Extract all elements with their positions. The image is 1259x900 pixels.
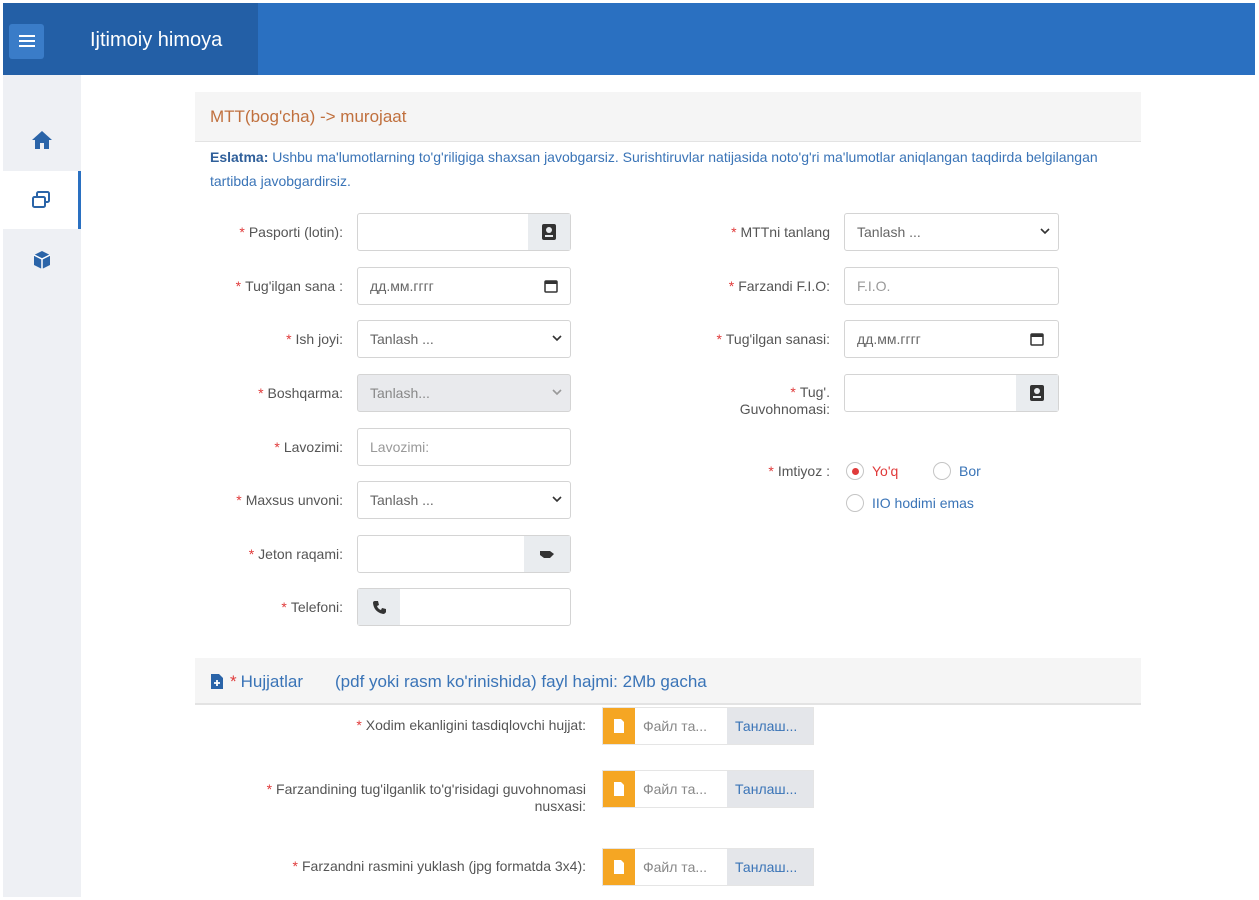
doc-photo-file-input[interactable]: Файл та... Танлаш... xyxy=(602,848,814,886)
page-header: MTT(bog'cha) -> murojaat xyxy=(195,92,1141,142)
passport-addon[interactable] xyxy=(528,214,570,250)
token-label: * Jeton raqami: xyxy=(248,546,343,562)
certificate-label: * Tug'. Guvohnomasi: xyxy=(739,384,830,417)
sidebar-item-cube[interactable] xyxy=(3,231,81,289)
certificate-addon[interactable] xyxy=(1016,375,1058,411)
radio-unchecked[interactable] xyxy=(933,462,951,480)
certificate-input[interactable] xyxy=(844,374,1059,412)
phone-addon xyxy=(358,589,400,625)
calendar-icon[interactable] xyxy=(544,279,558,293)
notice-text: Eslatma: Ushbu ma'lumotlarning to'g'rili… xyxy=(210,145,1130,193)
sidebar-item-windows[interactable] xyxy=(3,171,81,229)
sidebar xyxy=(3,75,81,897)
privilege-label: * Imtiyoz : xyxy=(768,463,830,479)
documents-header: * Hujjatlar (pdf yoki rasm ko'rinishida) … xyxy=(195,658,1141,705)
privilege-option-yes[interactable]: Bor xyxy=(933,462,981,480)
phone-input[interactable] xyxy=(357,588,571,626)
passport-icon xyxy=(1030,385,1044,401)
doc-employee-file-input[interactable]: Файл та... Танлаш... xyxy=(602,707,814,745)
menu-toggle-button[interactable] xyxy=(9,24,44,59)
position-input[interactable]: Lavozimi: xyxy=(357,428,571,466)
child-birth-input[interactable]: дд.мм.гггг xyxy=(844,320,1059,358)
file-icon xyxy=(603,708,635,744)
chevron-down-icon xyxy=(552,496,562,503)
mtt-select[interactable]: Tanlash ... xyxy=(844,213,1059,251)
token-input[interactable] xyxy=(357,535,571,573)
browse-button[interactable]: Танлаш... xyxy=(727,708,813,744)
hamburger-icon xyxy=(19,35,35,37)
file-add-icon xyxy=(211,674,223,689)
cube-icon xyxy=(33,251,51,269)
calendar-icon[interactable] xyxy=(1030,332,1044,346)
home-icon xyxy=(32,131,52,149)
workplace-select[interactable]: Tanlash ... xyxy=(357,320,571,358)
hand-pointer-icon xyxy=(540,551,554,558)
radio-unchecked[interactable] xyxy=(846,494,864,512)
sidebar-item-home[interactable] xyxy=(3,111,81,169)
doc-employee-label: * Xodim ekanligini tasdiqlovchi hujjat: xyxy=(356,717,586,733)
app-title: Ijtimoiy himoya xyxy=(90,29,223,51)
browse-button[interactable]: Танлаш... xyxy=(727,771,813,807)
file-icon xyxy=(603,849,635,885)
notice-body: Ushbu ma'lumotlarning to'g'riligiga shax… xyxy=(210,149,1098,189)
doc-birth-cert-label: * Farzandining tug'ilganlik to'g'risidagi… xyxy=(266,781,586,814)
workplace-label: * Ish joyi: xyxy=(286,331,343,347)
documents-subtitle: (pdf yoki rasm ko'rinishida) fayl hajmi:… xyxy=(335,672,707,691)
position-label: * Lavozimi: xyxy=(274,439,343,455)
rank-select[interactable]: Tanlash ... xyxy=(357,481,571,519)
privilege-option-no[interactable]: Yo'q xyxy=(846,462,898,480)
notice-label: Eslatma: xyxy=(210,149,269,165)
department-select[interactable]: Tanlash... xyxy=(357,374,571,412)
top-navbar: Ijtimoiy himoya xyxy=(3,3,1255,75)
rank-label: * Maxsus unvoni: xyxy=(236,492,343,508)
child-name-label: * Farzandi F.I.O: xyxy=(728,278,830,294)
child-birth-label: * Tug'ilgan sanasi: xyxy=(716,331,830,347)
radio-checked[interactable] xyxy=(846,462,864,480)
documents-title: * Hujjatlar xyxy=(230,672,303,691)
passport-icon xyxy=(542,224,556,240)
department-label: * Boshqarma: xyxy=(258,385,343,401)
privilege-option-not-employee[interactable]: IIO hodimi emas xyxy=(846,494,974,512)
windows-icon xyxy=(31,191,50,208)
doc-photo-label: * Farzandni rasmini yuklash (jpg formatda… xyxy=(292,858,586,874)
child-name-input[interactable]: F.I.O. xyxy=(844,267,1059,305)
chevron-down-icon xyxy=(552,389,562,396)
birth-date-input[interactable]: дд.мм.гггг xyxy=(357,267,571,305)
passport-label: * Pasporti (lotin): xyxy=(239,224,343,240)
phone-icon xyxy=(372,600,386,614)
birth-date-label: * Tug'ilgan sana : xyxy=(235,278,343,294)
brand-area: Ijtimoiy himoya xyxy=(3,3,258,75)
token-addon[interactable] xyxy=(524,536,570,572)
chevron-down-icon xyxy=(552,335,562,342)
doc-birth-cert-file-input[interactable]: Файл та... Танлаш... xyxy=(602,770,814,808)
passport-input[interactable] xyxy=(357,213,571,251)
mtt-label: * MTTni tanlang xyxy=(731,224,830,240)
chevron-down-icon xyxy=(1040,228,1050,235)
file-icon xyxy=(603,771,635,807)
phone-label: * Telefoni: xyxy=(281,599,343,615)
browse-button[interactable]: Танлаш... xyxy=(727,849,813,885)
page-title: MTT(bog'cha) -> murojaat xyxy=(210,107,407,126)
